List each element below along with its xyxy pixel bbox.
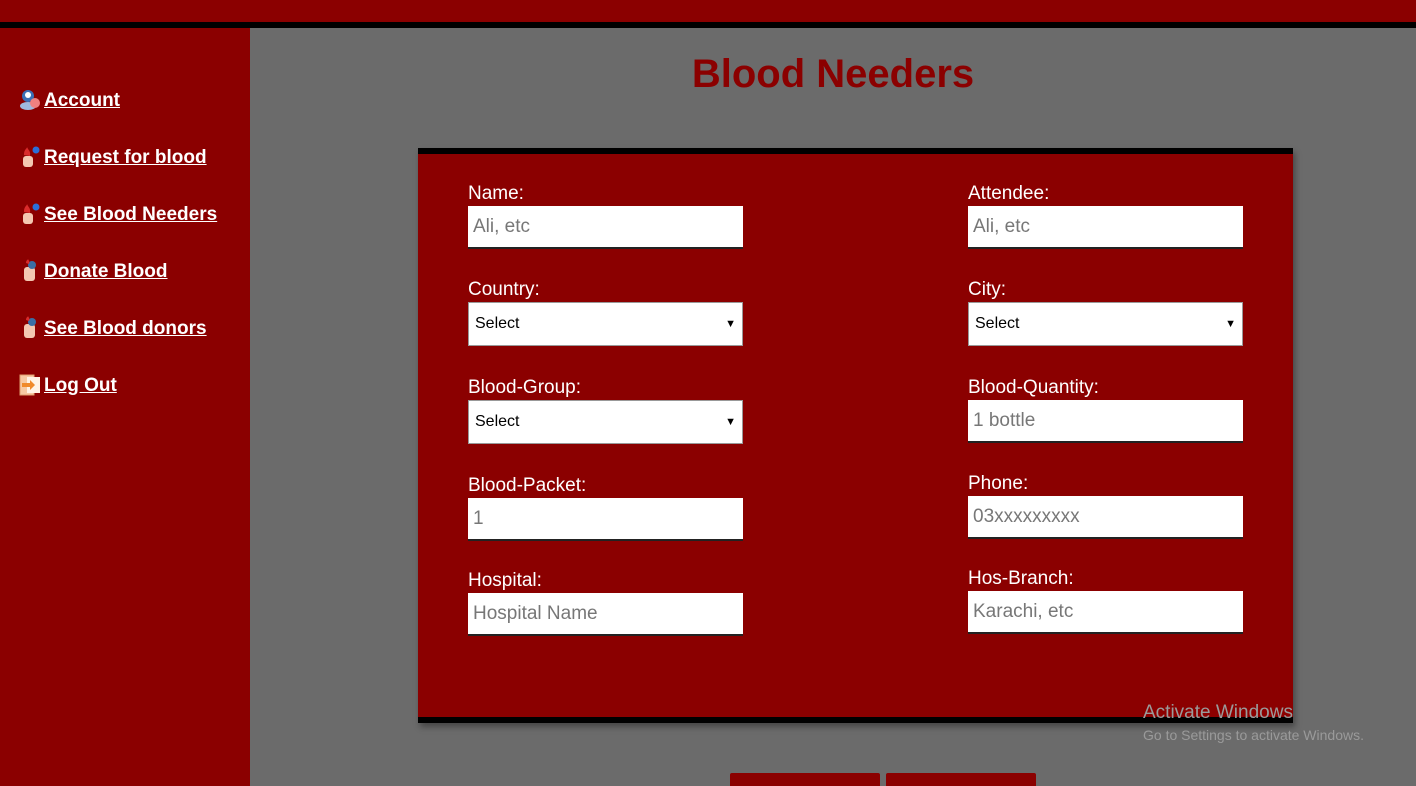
blood-needers-form: Name: Country: Select ▼ Blood-Group: Sel… [418, 148, 1293, 723]
country-select-value: Select [475, 315, 520, 332]
blood-quantity-input[interactable] [968, 400, 1243, 443]
hos-branch-label: Hos-Branch: [968, 568, 1074, 589]
donate-hand-icon [18, 316, 42, 340]
sidebar-item-request-for-blood[interactable]: Request for blood [18, 145, 207, 169]
city-label: City: [968, 279, 1006, 300]
attendee-label: Attendee: [968, 183, 1050, 204]
dropdown-arrow-icon: ▼ [1225, 318, 1236, 330]
blood-group-select-value: Select [475, 413, 520, 430]
sidebar-item-label: Request for blood [44, 147, 207, 168]
city-select[interactable]: Select ▼ [968, 302, 1243, 346]
attendee-input[interactable] [968, 206, 1243, 249]
sidebar-item-label: Account [44, 90, 120, 111]
sidebar-item-label: Donate Blood [44, 261, 168, 282]
blood-drop-hand-icon [18, 202, 42, 226]
country-select[interactable]: Select ▼ [468, 302, 743, 346]
blood-drop-hand-icon [18, 145, 42, 169]
reset-button[interactable] [886, 773, 1036, 786]
sidebar-item-donate-blood[interactable]: Donate Blood [18, 259, 168, 283]
activate-windows-title: Activate Windows [1143, 702, 1293, 723]
blood-group-label: Blood-Group: [468, 377, 582, 398]
logout-door-icon [18, 373, 42, 397]
phone-input[interactable] [968, 496, 1243, 539]
dropdown-arrow-icon: ▼ [725, 318, 736, 330]
sidebar-item-see-blood-donors[interactable]: See Blood donors [18, 316, 207, 340]
blood-packet-input[interactable] [468, 498, 743, 541]
activate-windows-subtitle: Go to Settings to activate Windows. [1143, 727, 1364, 743]
sidebar: Account Request for blood See Blood Need… [0, 28, 250, 786]
hos-branch-input[interactable] [968, 591, 1243, 634]
sidebar-item-see-blood-needers[interactable]: See Blood Needers [18, 202, 217, 226]
dropdown-arrow-icon: ▼ [725, 416, 736, 428]
sidebar-item-log-out[interactable]: Log Out [18, 373, 117, 397]
blood-group-select[interactable]: Select ▼ [468, 400, 743, 444]
blood-quantity-label: Blood-Quantity: [968, 377, 1099, 398]
user-account-icon [18, 88, 42, 112]
name-label: Name: [468, 183, 524, 204]
country-label: Country: [468, 279, 540, 300]
blood-packet-label: Blood-Packet: [468, 475, 587, 496]
name-input[interactable] [468, 206, 743, 249]
sidebar-item-label: See Blood Needers [44, 204, 218, 225]
sidebar-item-label: See Blood donors [44, 318, 207, 339]
donate-hand-icon [18, 259, 42, 283]
page-title: Blood Needers [691, 52, 975, 96]
hospital-label: Hospital: [468, 570, 542, 591]
top-bar [0, 0, 1416, 22]
sidebar-item-account[interactable]: Account [18, 88, 120, 112]
phone-label: Phone: [968, 473, 1029, 494]
submit-button[interactable] [730, 773, 880, 786]
sidebar-item-label: Log Out [44, 375, 117, 396]
city-select-value: Select [975, 315, 1020, 332]
hospital-input[interactable] [468, 593, 743, 636]
